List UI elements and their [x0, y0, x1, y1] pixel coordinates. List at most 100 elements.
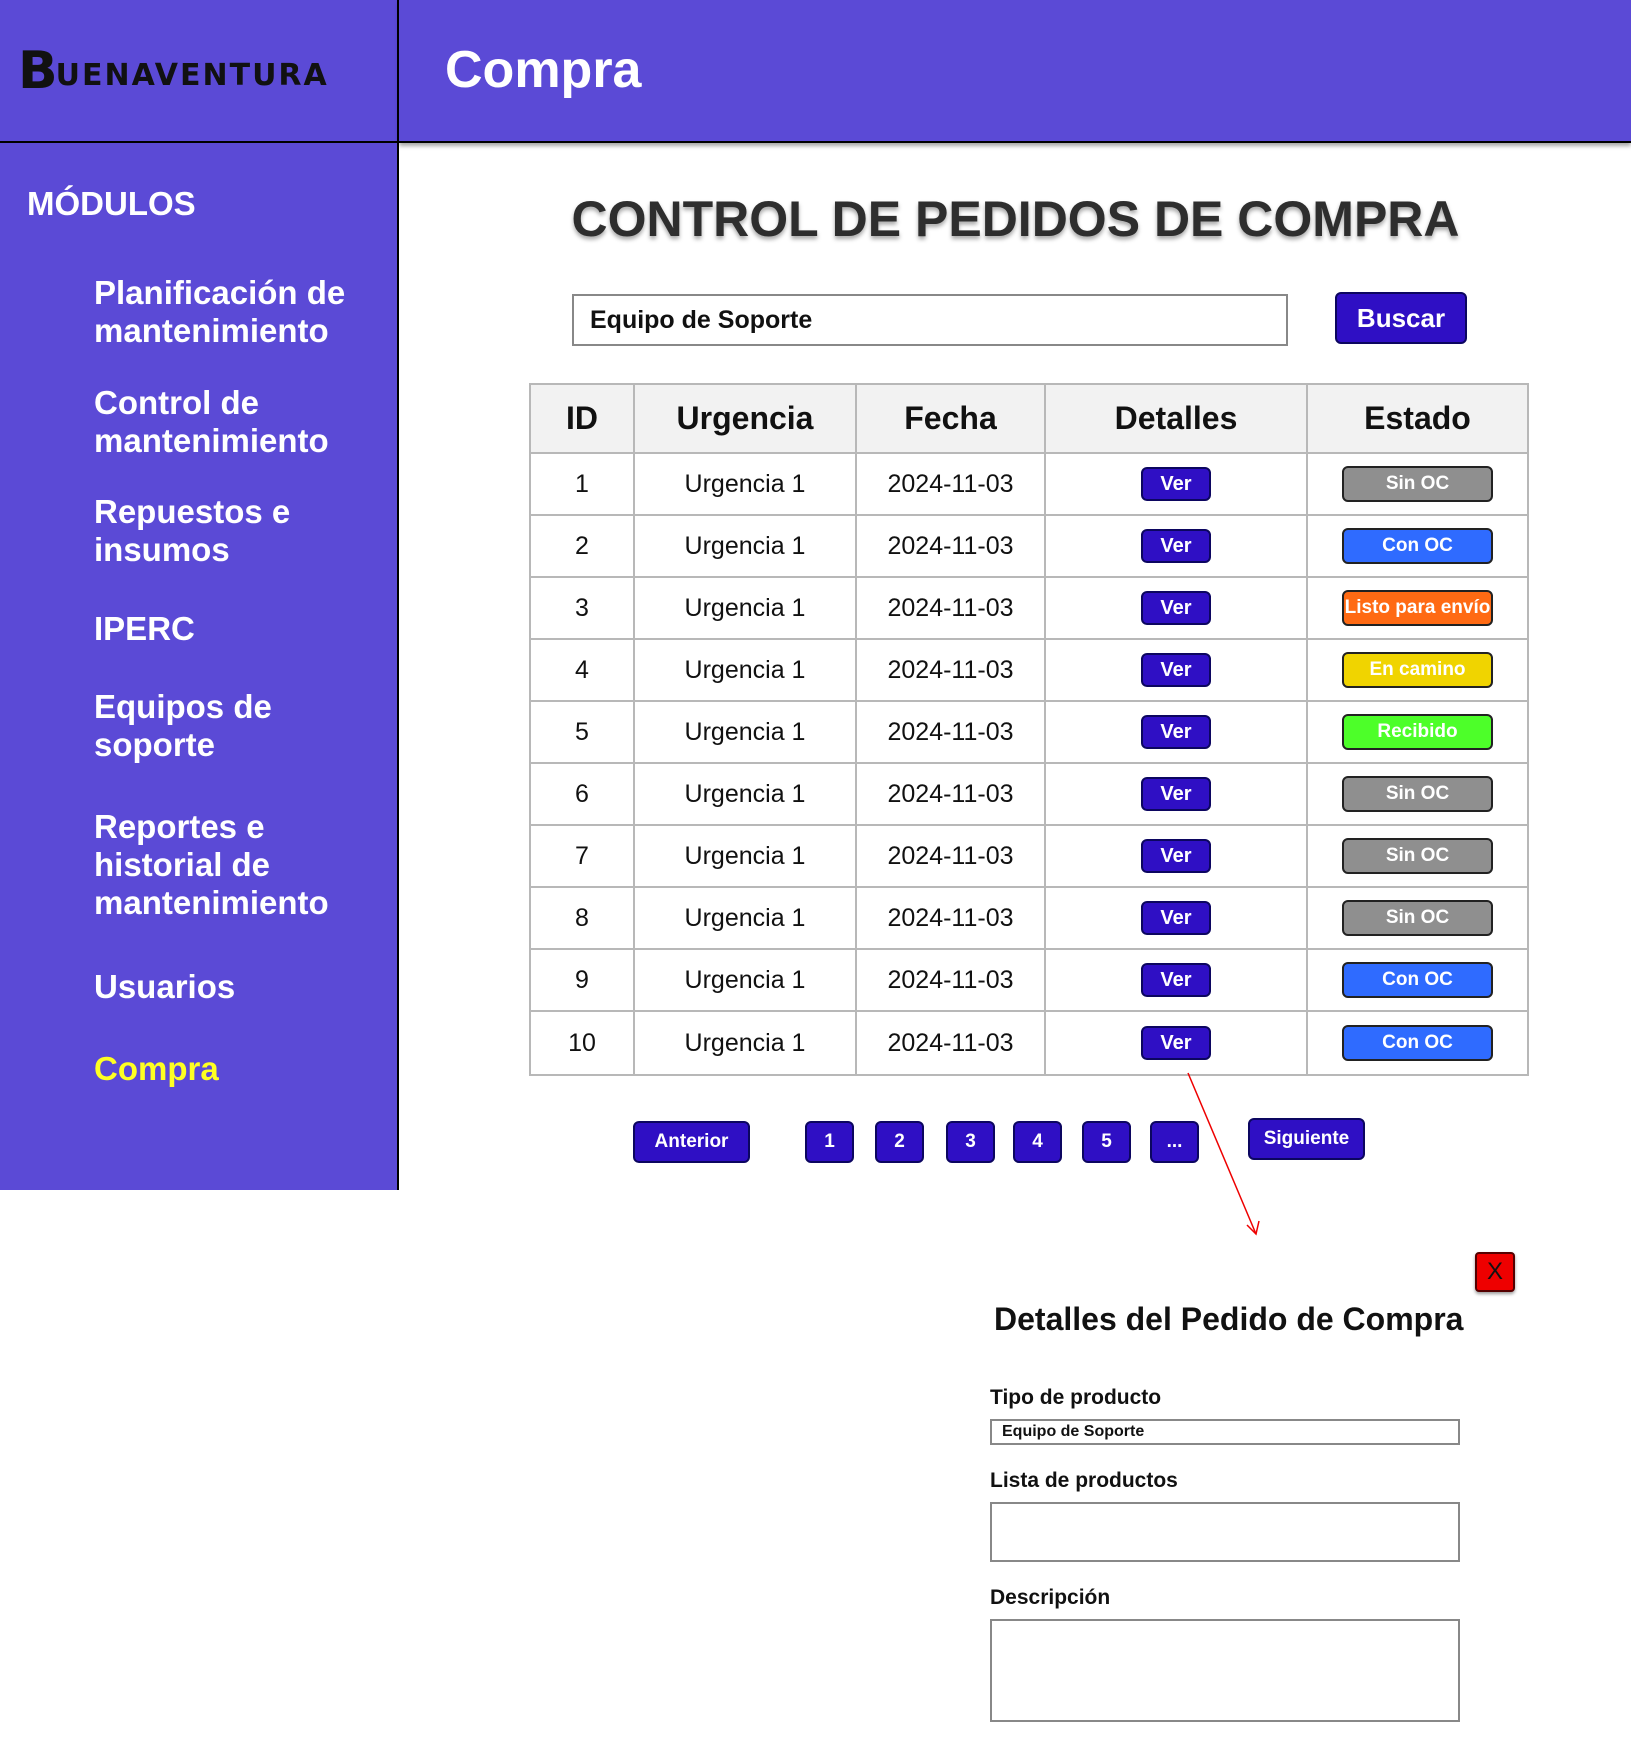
column-header-id: ID — [531, 385, 635, 452]
cell-urgencia: Urgencia 1 — [635, 516, 857, 576]
cell-id: 10 — [531, 1012, 635, 1074]
ver-details-button[interactable]: Ver — [1141, 1026, 1211, 1060]
status-badge: Recibido — [1342, 714, 1493, 750]
status-badge: Con OC — [1342, 528, 1493, 564]
cell-detalles: Ver — [1046, 578, 1308, 638]
column-header-detalles: Detalles — [1046, 385, 1308, 452]
pagination-next-button[interactable]: Siguiente — [1248, 1118, 1365, 1160]
ver-details-button[interactable]: Ver — [1141, 653, 1211, 687]
details-title: Detalles del Pedido de Compra — [994, 1301, 1464, 1337]
sidebar-item-equipos[interactable]: Equipos de soporte — [94, 688, 394, 764]
pagination-page-5[interactable]: 5 — [1082, 1121, 1131, 1163]
cell-id: 8 — [531, 888, 635, 948]
cell-fecha: 2024-11-03 — [857, 1012, 1046, 1074]
page-header-title: Compra — [445, 41, 642, 99]
status-badge: En camino — [1342, 652, 1493, 688]
status-badge: Con OC — [1342, 962, 1493, 998]
logo-text: UENAVENTURA — [55, 58, 329, 93]
main-title: CONTROL DE PEDIDOS DE COMPRA — [571, 191, 1460, 247]
pagination-prev-button[interactable]: Anterior — [633, 1121, 750, 1163]
cell-id: 4 — [531, 640, 635, 700]
column-header-fecha: Fecha — [857, 385, 1046, 452]
pagination-page-1[interactable]: 1 — [805, 1121, 854, 1163]
table-row: 9 Urgencia 1 2024-11-03 Ver Con OC — [531, 950, 1527, 1012]
tipo-producto-label: Tipo de producto — [990, 1386, 1162, 1409]
status-badge: Sin OC — [1342, 466, 1493, 502]
cell-urgencia: Urgencia 1 — [635, 640, 857, 700]
sidebar-item-usuarios[interactable]: Usuarios — [94, 968, 394, 1006]
cell-urgencia: Urgencia 1 — [635, 454, 857, 514]
pagination-page-2[interactable]: 2 — [875, 1121, 924, 1163]
cell-detalles: Ver — [1046, 888, 1308, 948]
pagination-more[interactable]: ... — [1150, 1121, 1199, 1163]
cell-estado: Con OC — [1308, 1012, 1527, 1074]
cell-estado: En camino — [1308, 640, 1527, 700]
status-badge: Sin OC — [1342, 838, 1493, 874]
cell-urgencia: Urgencia 1 — [635, 888, 857, 948]
cell-fecha: 2024-11-03 — [857, 888, 1046, 948]
table-row: 2 Urgencia 1 2024-11-03 Ver Con OC — [531, 516, 1527, 578]
lista-productos-field[interactable] — [990, 1502, 1460, 1562]
cell-estado: Con OC — [1308, 516, 1527, 576]
table-row: 8 Urgencia 1 2024-11-03 Ver Sin OC — [531, 888, 1527, 950]
pagination-page-4[interactable]: 4 — [1013, 1121, 1062, 1163]
ver-details-button[interactable]: Ver — [1141, 901, 1211, 935]
cell-detalles: Ver — [1046, 826, 1308, 886]
column-header-estado: Estado — [1364, 400, 1471, 436]
sidebar-item-planificacion[interactable]: Planificación de mantenimiento — [94, 274, 394, 350]
cell-id: 1 — [531, 454, 635, 514]
descripcion-label: Descripción — [990, 1586, 1111, 1609]
cell-urgencia: Urgencia 1 — [635, 764, 857, 824]
cell-id: 2 — [531, 516, 635, 576]
sidebar-item-repuestos[interactable]: Repuestos e insumos — [94, 493, 394, 569]
search-input[interactable] — [572, 294, 1288, 346]
column-header-urgencia: Urgencia — [635, 385, 857, 452]
ver-details-button[interactable]: Ver — [1141, 467, 1211, 501]
cell-estado: Sin OC — [1308, 764, 1527, 824]
pagination-page-3[interactable]: 3 — [946, 1121, 995, 1163]
search-button[interactable]: Buscar — [1335, 292, 1467, 344]
cell-detalles: Ver — [1046, 950, 1308, 1010]
ver-details-button[interactable]: Ver — [1141, 963, 1211, 997]
cell-estado: Sin OC — [1308, 454, 1527, 514]
table-row: 3 Urgencia 1 2024-11-03 Ver Listo para envío — [531, 578, 1527, 640]
cell-fecha: 2024-11-03 — [857, 516, 1046, 576]
cell-id: 3 — [531, 578, 635, 638]
table-row: 5 Urgencia 1 2024-11-03 Ver Recibido — [531, 702, 1527, 764]
cell-fecha: 2024-11-03 — [857, 764, 1046, 824]
connector-arrowhead — [1246, 1220, 1260, 1236]
cell-estado: Listo para envío — [1308, 578, 1527, 638]
descripcion-field[interactable] — [990, 1619, 1460, 1722]
table-header-row: ID Urgencia Fecha Detalles Estado — [531, 385, 1527, 454]
orders-table: ID Urgencia Fecha Detalles Estado 1 Urgen… — [529, 383, 1529, 1076]
sidebar-item-control[interactable]: Control de mantenimiento — [94, 384, 394, 460]
ver-details-button[interactable]: Ver — [1141, 777, 1211, 811]
status-badge: Sin OC — [1342, 776, 1493, 812]
tipo-producto-field[interactable]: Equipo de Soporte — [990, 1419, 1460, 1445]
table-row: 10 Urgencia 1 2024-11-03 Ver Con OC — [531, 1012, 1527, 1074]
close-icon[interactable]: X — [1475, 1252, 1515, 1292]
page-header: Compra — [399, 0, 1631, 143]
sidebar-title: MÓDULOS — [27, 185, 196, 222]
ver-details-button[interactable]: Ver — [1141, 591, 1211, 625]
sidebar-item-reportes[interactable]: Reportes e historial de mantenimiento — [94, 808, 394, 922]
cell-estado: Recibido — [1308, 702, 1527, 762]
sidebar: MÓDULOS Planificación de mantenimiento C… — [0, 143, 399, 1190]
cell-id: 9 — [531, 950, 635, 1010]
sidebar-item-compra[interactable]: Compra — [94, 1050, 394, 1088]
cell-id: 5 — [531, 702, 635, 762]
ver-details-button[interactable]: Ver — [1141, 529, 1211, 563]
cell-fecha: 2024-11-03 — [857, 454, 1046, 514]
status-badge: Con OC — [1342, 1025, 1493, 1061]
ver-details-button[interactable]: Ver — [1141, 715, 1211, 749]
table-row: 4 Urgencia 1 2024-11-03 Ver En camino — [531, 640, 1527, 702]
sidebar-item-iperc[interactable]: IPERC — [94, 610, 394, 648]
cell-estado: Sin OC — [1308, 888, 1527, 948]
cell-fecha: 2024-11-03 — [857, 950, 1046, 1010]
cell-fecha: 2024-11-03 — [857, 702, 1046, 762]
cell-detalles: Ver — [1046, 454, 1308, 514]
ver-details-button[interactable]: Ver — [1141, 839, 1211, 873]
cell-detalles: Ver — [1046, 640, 1308, 700]
cell-estado: Con OC — [1308, 950, 1527, 1010]
cell-fecha: 2024-11-03 — [857, 578, 1046, 638]
